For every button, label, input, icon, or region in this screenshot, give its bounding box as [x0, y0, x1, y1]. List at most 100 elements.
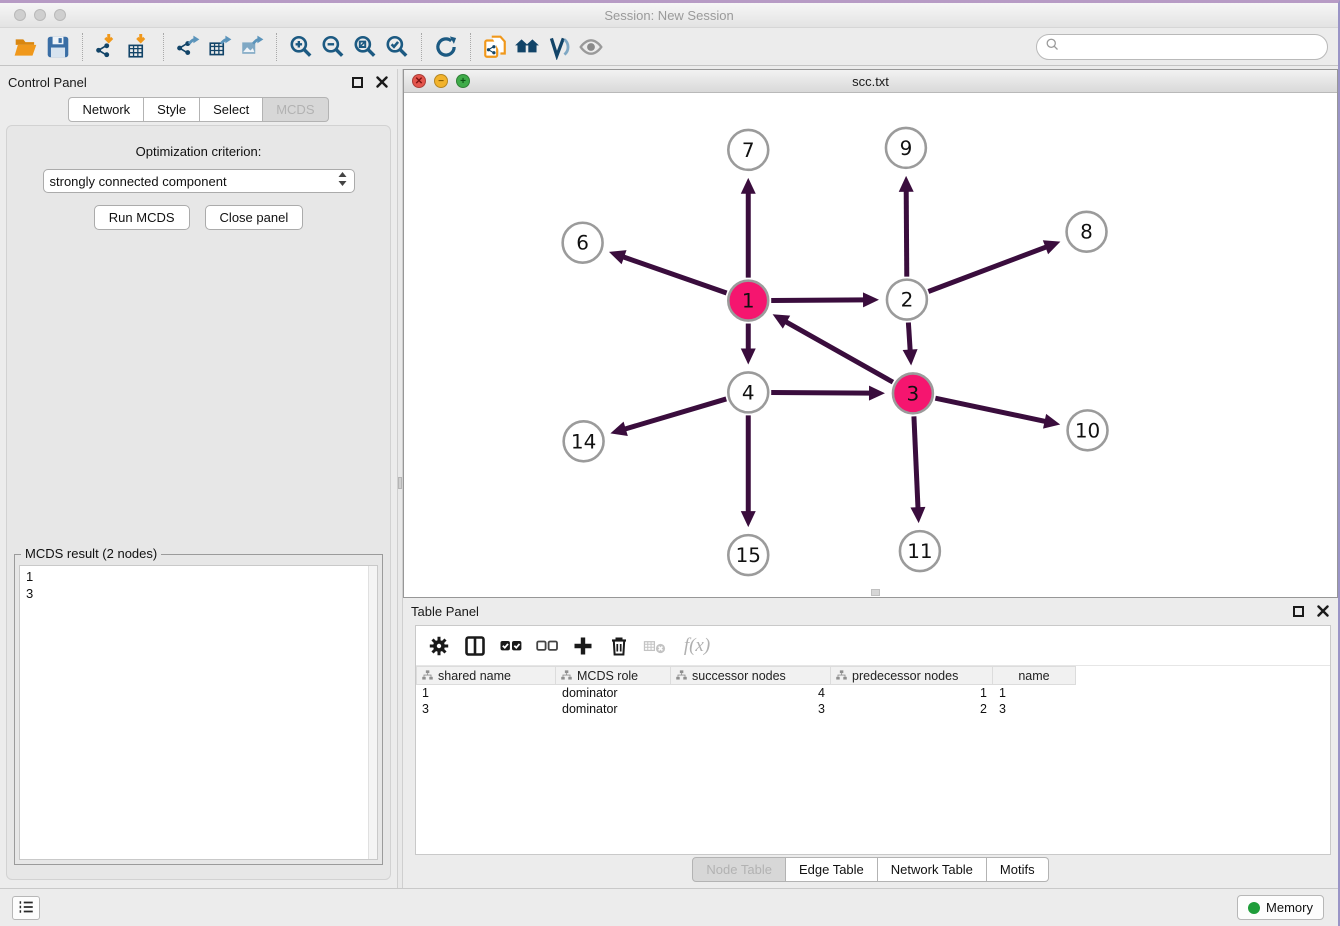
table-cell[interactable]: 1 [831, 685, 993, 701]
refresh-layout-button[interactable] [430, 32, 462, 62]
edge-4-3[interactable] [771, 393, 871, 394]
add-column-button[interactable] [568, 631, 598, 661]
tab-mcds[interactable]: MCDS [263, 97, 328, 122]
toolbar-separator [163, 33, 164, 61]
canvas-hscroll-thumb[interactable] [871, 589, 880, 596]
edge-1-2[interactable] [771, 300, 865, 301]
export-network-button[interactable] [172, 32, 204, 62]
edge-3-10[interactable] [935, 398, 1046, 422]
table-row[interactable]: 1dominator411 [416, 685, 1330, 701]
zoom-in-button[interactable] [285, 32, 317, 62]
refresh-layout-icon [433, 34, 459, 60]
export-table-button[interactable] [204, 32, 236, 62]
zoom-selected-button[interactable] [381, 32, 413, 62]
table-cell[interactable]: 1 [416, 685, 556, 701]
tab-edge-table[interactable]: Edge Table [786, 857, 878, 882]
export-image-button[interactable] [236, 32, 268, 62]
edge-1-6[interactable] [622, 257, 726, 293]
close-table-panel-icon[interactable] [1316, 604, 1330, 618]
close-panel-button[interactable]: Close panel [205, 205, 304, 230]
splitter-grip-icon[interactable] [398, 477, 402, 489]
network-minimize-icon[interactable]: − [434, 74, 448, 88]
toggle-column-panel-button[interactable] [460, 631, 490, 661]
toolbar-separator [82, 33, 83, 61]
column-label: predecessor nodes [852, 669, 958, 683]
mcds-result-item[interactable]: 1 [26, 568, 371, 585]
function-builder-button: f(x) [676, 631, 718, 661]
node-table-container: f(x) shared nameMCDS rolesuccessor nodes… [415, 625, 1331, 855]
open-folder-button[interactable] [10, 32, 42, 62]
table-cell[interactable]: 1 [993, 685, 1076, 701]
zoom-out-icon [320, 34, 346, 60]
mcds-result-list[interactable]: 13 [19, 565, 378, 860]
column-header-shared-name[interactable]: shared name [416, 666, 556, 685]
edge-2-8[interactable] [928, 247, 1047, 292]
search-box[interactable] [1036, 34, 1328, 60]
close-window-icon[interactable] [14, 9, 26, 21]
minimize-window-icon[interactable] [34, 9, 46, 21]
mcds-result-title: MCDS result (2 nodes) [21, 546, 161, 561]
table-cell[interactable]: dominator [556, 701, 671, 717]
mcds-tab-content: Optimization criterion: strongly connect… [6, 125, 391, 880]
zoom-window-icon[interactable] [54, 9, 66, 21]
criterion-select[interactable]: strongly connected component [43, 169, 355, 193]
toolbar-separator [470, 33, 471, 61]
tab-network[interactable]: Network [68, 97, 144, 122]
edge-arrow-1-6 [609, 250, 627, 264]
window-traffic-lights [14, 9, 66, 21]
edge-4-14[interactable] [624, 399, 726, 429]
memory-button[interactable]: Memory [1237, 895, 1324, 920]
tab-style[interactable]: Style [144, 97, 200, 122]
network-close-icon[interactable]: ✕ [412, 74, 426, 88]
save-session-button[interactable] [42, 32, 74, 62]
table-cell[interactable]: 3 [993, 701, 1076, 717]
column-header-predecessor-nodes[interactable]: predecessor nodes [831, 666, 993, 685]
table-row[interactable]: 3dominator323 [416, 701, 1330, 717]
import-network-button[interactable] [91, 32, 123, 62]
column-header-successor-nodes[interactable]: successor nodes [671, 666, 831, 685]
tab-network-table[interactable]: Network Table [878, 857, 987, 882]
table-cell[interactable]: 2 [831, 701, 993, 717]
network-canvas[interactable]: 7968124314101511 [404, 94, 1337, 597]
deselect-all-rows-button[interactable] [532, 631, 562, 661]
float-panel-icon[interactable] [352, 77, 363, 88]
edge-arrow-1-2 [863, 292, 879, 307]
copy-network-button[interactable] [479, 32, 511, 62]
run-mcds-button[interactable]: Run MCDS [94, 205, 190, 230]
edge-2-3[interactable] [908, 322, 910, 351]
toggle-column-panel-icon [463, 634, 487, 658]
close-panel-icon[interactable] [375, 75, 389, 89]
node-table: shared nameMCDS rolesuccessor nodes prede… [416, 666, 1330, 717]
mcds-result-item[interactable]: 3 [26, 585, 371, 602]
tab-node-table[interactable]: Node Table [692, 857, 786, 882]
copy-network-icon [482, 34, 508, 60]
network-zoom-icon[interactable]: + [456, 74, 470, 88]
float-table-panel-icon[interactable] [1293, 606, 1304, 617]
column-header-MCDS-role[interactable]: MCDS role [556, 666, 671, 685]
node-label-14: 14 [571, 429, 596, 453]
edge-3-1[interactable] [785, 321, 893, 382]
table-cell[interactable]: 3 [671, 701, 831, 717]
tab-motifs[interactable]: Motifs [987, 857, 1049, 882]
node-label-2: 2 [901, 288, 914, 312]
table-cell[interactable]: 4 [671, 685, 831, 701]
import-table-button[interactable] [123, 32, 155, 62]
delete-column-button[interactable] [604, 631, 634, 661]
search-input[interactable] [1060, 37, 1327, 57]
fx-icon: f(x) [684, 635, 710, 657]
edge-arrow-4-14 [610, 422, 627, 436]
column-header-name[interactable]: name [993, 666, 1076, 685]
edge-2-9[interactable] [906, 190, 907, 277]
table-cell[interactable]: 3 [416, 701, 556, 717]
table-options-gear-button[interactable] [424, 631, 454, 661]
home-button[interactable] [511, 32, 543, 62]
zoom-fit-button[interactable] [349, 32, 381, 62]
vizmapper-button[interactable] [543, 32, 575, 62]
select-all-rows-button[interactable] [496, 631, 526, 661]
zoom-out-button[interactable] [317, 32, 349, 62]
task-history-button[interactable] [12, 896, 40, 920]
tab-select[interactable]: Select [200, 97, 263, 122]
table-cell[interactable]: dominator [556, 685, 671, 701]
mcds-result-scrollbar[interactable] [368, 566, 377, 859]
edge-3-11[interactable] [914, 416, 918, 509]
